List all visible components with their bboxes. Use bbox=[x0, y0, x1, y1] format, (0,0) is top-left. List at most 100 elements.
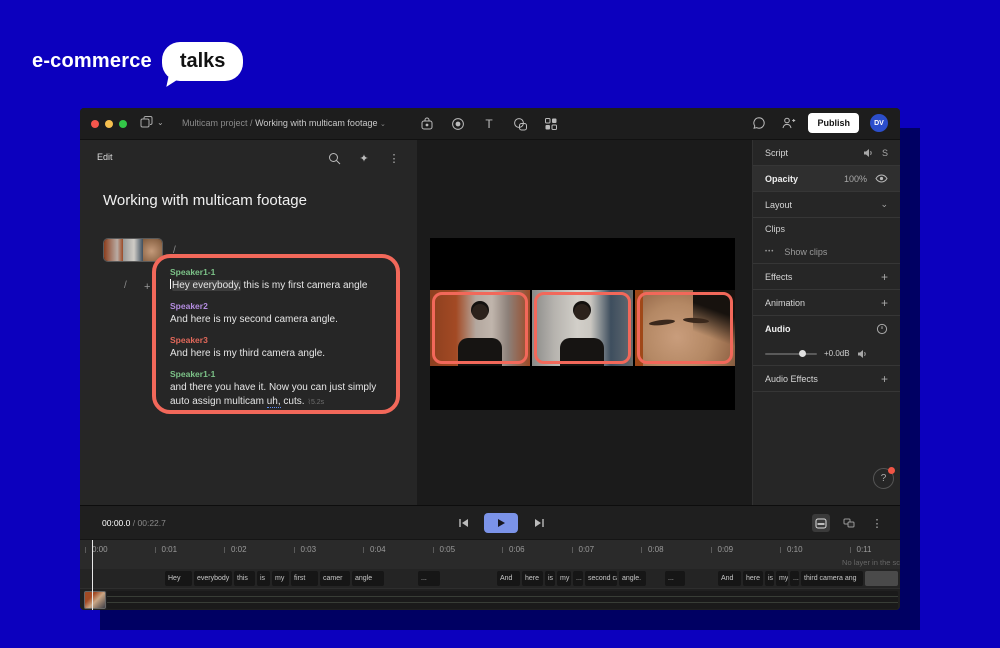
playhead[interactable] bbox=[92, 540, 93, 610]
breadcrumb-doc[interactable]: Working with multicam footage bbox=[255, 118, 377, 128]
speaker-label[interactable]: Speaker3 bbox=[170, 335, 384, 345]
publish-button[interactable]: Publish bbox=[808, 113, 859, 133]
word-chip[interactable]: here bbox=[522, 571, 543, 586]
timeline-ruler[interactable]: No layer in the sc 0:000:010:020:030:040… bbox=[80, 539, 900, 569]
transcript-block[interactable]: Speaker1-1 Hey everybody, this is my fir… bbox=[170, 267, 384, 293]
word-chip[interactable]: And bbox=[718, 571, 741, 586]
gain-slider[interactable] bbox=[765, 353, 817, 355]
speaker-volume-icon[interactable] bbox=[863, 148, 874, 158]
word-chip[interactable]: my bbox=[272, 571, 289, 586]
word-chip[interactable]: ... bbox=[418, 571, 440, 586]
word-gap-marker[interactable]: ⌇5.2s bbox=[308, 399, 325, 406]
media-bin-icon[interactable] bbox=[418, 115, 436, 133]
word-chip[interactable]: third camera ang bbox=[801, 571, 863, 586]
camera-feed-2[interactable] bbox=[532, 290, 632, 366]
shapes-icon[interactable] bbox=[511, 115, 529, 133]
word-chip[interactable]: is bbox=[545, 571, 555, 586]
document-title[interactable]: Working with multicam footage bbox=[103, 192, 307, 209]
inspector-row-opacity[interactable]: Opacity 100% bbox=[753, 166, 900, 192]
text-tool-icon[interactable]: T bbox=[480, 115, 498, 133]
word-chip[interactable]: is bbox=[765, 571, 774, 586]
word-chip[interactable]: my bbox=[776, 571, 788, 586]
audio-ducking-icon[interactable] bbox=[876, 323, 888, 335]
video-canvas[interactable] bbox=[430, 238, 735, 410]
transcript-block[interactable]: Speaker3 And here is my third camera ang… bbox=[170, 335, 384, 361]
speaker-label[interactable]: Speaker1-1 bbox=[170, 369, 384, 379]
kebab-menu-icon[interactable]: ⋮ bbox=[385, 149, 403, 167]
transcript-line[interactable]: Hey everybody, this is my first camera a… bbox=[170, 279, 384, 293]
transcript-line[interactable]: And here is my second camera angle. bbox=[170, 313, 384, 327]
track-mixer-icon[interactable] bbox=[840, 514, 858, 532]
gain-slider-handle[interactable] bbox=[799, 350, 806, 357]
word-chip[interactable]: this bbox=[234, 571, 255, 586]
word-chip[interactable]: first bbox=[291, 571, 318, 586]
camera-feed-3[interactable] bbox=[635, 290, 735, 366]
user-avatar[interactable]: DV bbox=[870, 114, 888, 132]
breadcrumb[interactable]: Multicam project / Working with multicam… bbox=[182, 118, 386, 128]
layout-templates-icon[interactable] bbox=[542, 115, 560, 133]
transcript-line[interactable]: and there you have it. Now you can just … bbox=[170, 381, 384, 410]
minimize-window-button[interactable] bbox=[105, 120, 113, 128]
word-chip[interactable]: And bbox=[497, 571, 520, 586]
word-chip[interactable]: everybody bbox=[194, 571, 232, 586]
transcript-block[interactable]: Speaker2 And here is my second camera an… bbox=[170, 301, 384, 327]
clip-thumbnail[interactable] bbox=[84, 591, 106, 609]
inspector-row-script[interactable]: Script S bbox=[753, 140, 900, 166]
zoom-window-button[interactable] bbox=[119, 120, 127, 128]
camera-feed-1[interactable] bbox=[430, 290, 530, 366]
inspector-row-animation[interactable]: Animation + bbox=[753, 290, 900, 316]
add-animation-button[interactable]: + bbox=[881, 296, 888, 310]
audio-clip-bar[interactable] bbox=[107, 591, 898, 609]
skip-to-end-button[interactable] bbox=[530, 514, 548, 532]
transcript-line[interactable]: And here is my third camera angle. bbox=[170, 347, 384, 361]
clip-track[interactable] bbox=[80, 588, 900, 610]
timeline-menu-icon[interactable]: ⋮ bbox=[868, 514, 886, 532]
insert-block-button[interactable]: + bbox=[144, 281, 150, 293]
word-chip[interactable]: my bbox=[557, 571, 571, 586]
inspector-row-effects[interactable]: Effects + bbox=[753, 264, 900, 290]
transcript-block[interactable]: Speaker1-1 and there you have it. Now yo… bbox=[170, 369, 384, 410]
word-chip[interactable]: Hey bbox=[165, 571, 192, 586]
close-window-button[interactable] bbox=[91, 120, 99, 128]
word-chip[interactable]: second ca bbox=[585, 571, 617, 586]
ai-sparkle-icon[interactable]: ✦ bbox=[355, 149, 373, 167]
record-icon[interactable] bbox=[449, 115, 467, 133]
add-effect-button[interactable]: + bbox=[881, 270, 888, 284]
word-chip[interactable]: camer bbox=[320, 571, 350, 586]
comments-icon[interactable] bbox=[750, 114, 768, 132]
breadcrumb-project[interactable]: Multicam project bbox=[182, 118, 248, 128]
word-chip[interactable]: ... bbox=[573, 571, 583, 586]
speaker-label[interactable]: Speaker1-1 bbox=[170, 267, 384, 277]
inspector-row-audio[interactable]: Audio bbox=[753, 316, 900, 342]
add-collaborator-icon[interactable] bbox=[779, 114, 797, 132]
chevron-down-icon[interactable]: ⌄ bbox=[880, 199, 888, 210]
word-chip[interactable]: is bbox=[257, 571, 270, 586]
scene-thumbnail[interactable] bbox=[103, 238, 163, 262]
word-chip[interactable]: angle bbox=[352, 571, 384, 586]
show-clips-label[interactable]: Show clips bbox=[784, 247, 827, 257]
eye-icon[interactable] bbox=[875, 174, 888, 183]
inspector-row-layout[interactable]: Layout ⌄ bbox=[753, 192, 900, 218]
word-chip[interactable]: here bbox=[743, 571, 763, 586]
speaker-volume-icon[interactable] bbox=[857, 349, 868, 359]
inspector-row-audio-effects[interactable]: Audio Effects + bbox=[753, 366, 900, 392]
speaker-label[interactable]: Speaker2 bbox=[170, 301, 384, 311]
timeline-toggle-button[interactable] bbox=[812, 514, 830, 532]
transcript-text[interactable]: this is my first camera angle bbox=[241, 280, 368, 291]
word-chip[interactable] bbox=[865, 571, 898, 586]
word-chip[interactable]: ... bbox=[790, 571, 799, 586]
add-audio-effect-button[interactable]: + bbox=[881, 372, 888, 386]
opacity-value[interactable]: 100% bbox=[844, 174, 867, 184]
clips-dots-icon[interactable]: ••• bbox=[765, 249, 774, 255]
project-menu-button[interactable]: ⌄ bbox=[140, 116, 164, 129]
play-button[interactable] bbox=[484, 513, 518, 533]
show-clips-row[interactable]: ••• Show clips bbox=[753, 240, 900, 264]
word-chip[interactable]: angle. bbox=[619, 571, 646, 586]
help-button[interactable]: ? bbox=[873, 468, 894, 489]
skip-to-start-button[interactable] bbox=[454, 514, 472, 532]
filler-word[interactable]: uh, bbox=[267, 396, 281, 408]
selected-text[interactable]: Hey everybody, bbox=[172, 280, 241, 291]
transcript-text[interactable]: cuts. bbox=[281, 396, 305, 407]
search-icon[interactable] bbox=[325, 149, 343, 167]
word-chip[interactable]: ... bbox=[665, 571, 685, 586]
